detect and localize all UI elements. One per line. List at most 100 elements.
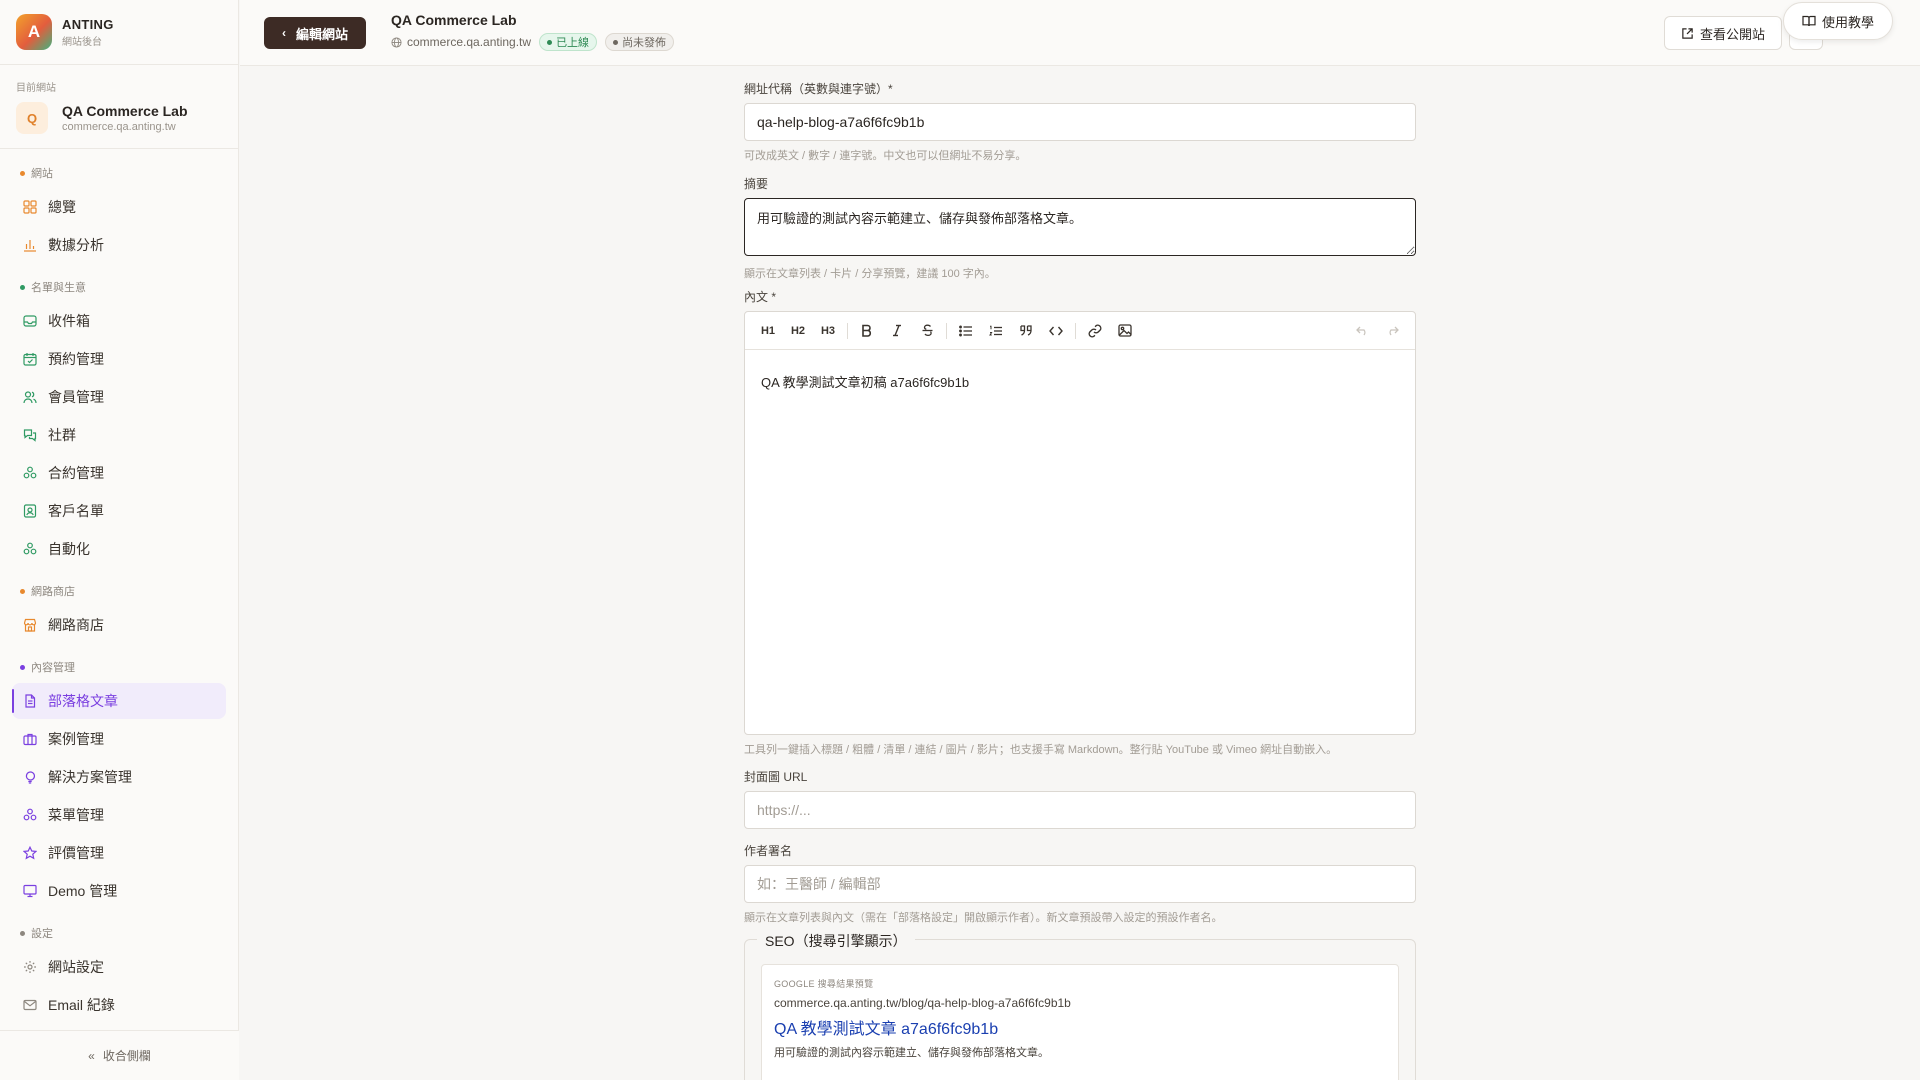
slug-hint: 可改成英文 / 數字 / 連字號。中文也可以但網址不易分享。 bbox=[744, 150, 1027, 162]
sidebar-item[interactable]: 網路商店 bbox=[12, 607, 226, 643]
gear-icon bbox=[22, 959, 38, 975]
nav-section-label: 內容管理 bbox=[12, 657, 226, 677]
sidebar-item[interactable]: 菜單管理 bbox=[12, 797, 226, 833]
sidebar-item-label: 評價管理 bbox=[48, 845, 104, 861]
book-icon bbox=[1802, 15, 1816, 27]
status-badge-draft: 尚未發佈 bbox=[605, 33, 675, 51]
sidebar-item-label: 解決方案管理 bbox=[48, 769, 132, 785]
globe-icon bbox=[391, 36, 402, 48]
document-icon bbox=[22, 693, 38, 709]
monitor-icon bbox=[22, 883, 38, 899]
sidebar-item[interactable]: 部落格文章 bbox=[12, 683, 226, 719]
current-site-card[interactable]: Q QA Commerce Lab commerce.qa.anting.tw bbox=[0, 100, 238, 149]
sidebar-item-label: 客戶名單 bbox=[48, 503, 104, 519]
collapse-label: 收合側欄 bbox=[102, 1049, 151, 1063]
seo-fieldset: SEO（搜尋引擎顯示） GOOGLE 搜尋結果預覽 commerce.qa.an… bbox=[744, 931, 1416, 1080]
preview-title: QA 教學測試文章 a7a6f6fc9b1b bbox=[774, 1021, 999, 1038]
sidebar-item[interactable]: 自動化 bbox=[12, 531, 226, 567]
seo-legend: SEO（搜尋引擎顯示） bbox=[757, 931, 915, 951]
top-bar: ‹ 編輯網站 QA Commerce Lab commerce.qa.antin… bbox=[240, 0, 1920, 66]
link-icon[interactable] bbox=[1080, 318, 1110, 344]
preview-description: 用可驗證的測試內容示範建立、儲存與發佈部落格文章。 bbox=[774, 1047, 1049, 1059]
google-preview: GOOGLE 搜尋結果預覽 commerce.qa.anting.tw/blog… bbox=[761, 964, 1399, 1080]
project-name: QA Commerce Lab bbox=[391, 12, 517, 28]
sidebar-item[interactable]: 合約管理 bbox=[12, 455, 226, 491]
chat-icon bbox=[22, 427, 38, 443]
star-icon bbox=[22, 845, 38, 861]
store-icon bbox=[22, 617, 38, 633]
preview-url: commerce.qa.anting.tw/blog/qa-help-blog-… bbox=[774, 996, 1071, 1010]
briefcase-icon bbox=[22, 731, 38, 747]
nav-section-label: 網站 bbox=[12, 163, 226, 183]
author-label: 作者署名 bbox=[744, 844, 793, 858]
bullet-list-icon[interactable] bbox=[951, 318, 981, 344]
heading3-button[interactable]: H3 bbox=[813, 318, 843, 344]
editor-content[interactable]: QA 教學測試文章初稿 a7a6f6fc9b1b bbox=[745, 350, 1415, 413]
current-site-label: 目前網站 bbox=[16, 83, 56, 94]
site-name: QA Commerce Lab bbox=[62, 103, 188, 119]
sidebar-item-label: 案例管理 bbox=[48, 731, 104, 747]
editor-toolbar: H1 H2 H3 bbox=[745, 312, 1415, 350]
bold-icon[interactable] bbox=[852, 318, 882, 344]
sidebar-item[interactable]: 案例管理 bbox=[12, 721, 226, 757]
view-site-label: 查看公開站 bbox=[1699, 26, 1765, 42]
main-content: 網址代稱（英數與連字號）* 可改成英文 / 數字 / 連字號。中文也可以但網址不… bbox=[240, 66, 1920, 1080]
chevrons-left-icon: « bbox=[88, 1048, 95, 1063]
nav-section-label: 設定 bbox=[12, 923, 226, 943]
numbered-list-icon[interactable] bbox=[981, 318, 1011, 344]
back-to-edit-site-button[interactable]: ‹ 編輯網站 bbox=[264, 17, 366, 49]
code-icon[interactable] bbox=[1041, 318, 1071, 344]
summary-textarea[interactable]: 用可驗證的測試內容示範建立、儲存與發佈部落格文章。 bbox=[744, 198, 1416, 256]
cover-url-label: 封面圖 URL bbox=[744, 770, 808, 784]
body-hint: 工具列一鍵插入標題 / 粗體 / 清單 / 連結 / 圖片 / 影片；也支援手寫… bbox=[744, 744, 1338, 756]
sidebar-item[interactable]: Demo 管理 bbox=[12, 873, 226, 909]
sidebar-item[interactable]: 會員管理 bbox=[12, 379, 226, 415]
sidebar-item[interactable]: 數據分析 bbox=[12, 227, 226, 263]
chevron-left-icon: ‹ bbox=[281, 26, 286, 40]
slug-input[interactable] bbox=[744, 103, 1416, 141]
sidebar-item[interactable]: 預約管理 bbox=[12, 341, 226, 377]
brand-header: A ANTING 網站後台 bbox=[0, 0, 238, 65]
rich-text-editor: H1 H2 H3 QA 教學測試文章初稿 a7a6f6fc9b1b bbox=[744, 311, 1416, 735]
brand-name: ANTING bbox=[62, 16, 114, 32]
cluster-icon bbox=[22, 465, 38, 481]
undo-icon[interactable] bbox=[1347, 318, 1377, 344]
users-icon bbox=[22, 389, 38, 405]
sidebar-item-label: 數據分析 bbox=[48, 237, 104, 253]
chart-icon bbox=[22, 237, 38, 253]
sidebar-item[interactable]: 評價管理 bbox=[12, 835, 226, 871]
cover-url-input[interactable] bbox=[744, 791, 1416, 829]
sidebar-item[interactable]: 客戶名單 bbox=[12, 493, 226, 529]
sidebar-item[interactable]: 網站設定 bbox=[12, 949, 226, 985]
quote-icon[interactable] bbox=[1011, 318, 1041, 344]
redo-icon[interactable] bbox=[1377, 318, 1407, 344]
inbox-icon bbox=[22, 313, 38, 329]
sidebar-item-label: 社群 bbox=[48, 427, 76, 443]
grid-icon bbox=[22, 199, 38, 215]
sidebar-item[interactable]: Email 紀錄 bbox=[12, 987, 226, 1023]
image-icon[interactable] bbox=[1110, 318, 1140, 344]
sidebar-item[interactable]: 收件箱 bbox=[12, 303, 226, 339]
strikethrough-icon[interactable] bbox=[912, 318, 942, 344]
tutorial-button[interactable]: 使用教學 bbox=[1783, 2, 1893, 40]
sidebar-nav: 網站 總覽 數據分析 名單與生意 收件箱 預約管理 會員管理 社群 合約管理 客戶名單 自動化 網路商… bbox=[0, 163, 238, 1023]
sidebar-item[interactable]: 總覽 bbox=[12, 189, 226, 225]
sidebar-item[interactable]: 解決方案管理 bbox=[12, 759, 226, 795]
tutorial-label: 使用教學 bbox=[1821, 14, 1874, 30]
heading1-button[interactable]: H1 bbox=[753, 318, 783, 344]
site-avatar: Q bbox=[16, 102, 48, 134]
italic-icon[interactable] bbox=[882, 318, 912, 344]
sidebar-item-label: Demo 管理 bbox=[48, 883, 118, 899]
sidebar-item[interactable]: 社群 bbox=[12, 417, 226, 453]
sidebar-item-label: 預約管理 bbox=[48, 351, 104, 367]
summary-label: 摘要 bbox=[744, 177, 769, 191]
view-public-site-button[interactable]: 查看公開站 bbox=[1664, 16, 1782, 50]
author-input[interactable] bbox=[744, 865, 1416, 903]
brand-logo: A bbox=[16, 14, 52, 50]
sidebar: A ANTING 網站後台 目前網站 Q QA Commerce Lab com… bbox=[0, 0, 239, 1080]
heading2-button[interactable]: H2 bbox=[783, 318, 813, 344]
collapse-sidebar-button[interactable]: « 收合側欄 bbox=[0, 1030, 239, 1080]
brand-subtitle: 網站後台 bbox=[62, 36, 102, 48]
sidebar-item-label: 菜單管理 bbox=[48, 807, 104, 823]
body-label: 內文 * bbox=[744, 290, 777, 304]
